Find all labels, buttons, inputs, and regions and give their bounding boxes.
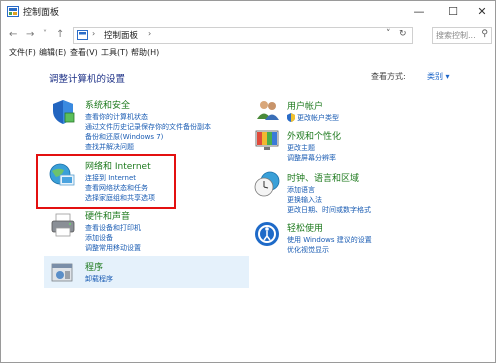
- link-backup-restore[interactable]: 备份和还原(Windows 7): [85, 132, 163, 142]
- shield-icon: [53, 100, 75, 124]
- up-button[interactable]: ↑: [56, 29, 64, 40]
- search-placeholder: 搜索控制...: [436, 31, 476, 40]
- control-panel-icon: [77, 30, 88, 40]
- view-by-dropdown[interactable]: 类别 ▾: [427, 71, 450, 82]
- address-dropdown-button[interactable]: ˅: [386, 29, 391, 39]
- chevron-right-icon[interactable]: ›: [92, 29, 95, 38]
- link-file-history[interactable]: 通过文件历史记录保存你的文件备份副本: [85, 122, 211, 132]
- menu-help[interactable]: 帮助(H): [131, 47, 159, 58]
- users-icon: [257, 101, 279, 120]
- link-windows-recommended-settings[interactable]: 使用 Windows 建议的设置: [287, 235, 372, 245]
- recent-locations-button[interactable]: ˅: [43, 29, 47, 38]
- category-ease-of-access[interactable]: 轻松使用: [287, 221, 323, 234]
- category-system-security[interactable]: 系统和安全: [85, 98, 130, 111]
- display-icon: [255, 130, 279, 150]
- link-devices-printers[interactable]: 查看设备和打印机: [85, 223, 141, 233]
- menu-file[interactable]: 文件(F): [9, 47, 36, 58]
- back-button[interactable]: ←: [9, 29, 17, 40]
- maximize-button[interactable]: ☐: [438, 1, 468, 23]
- category-hover-highlight: [44, 256, 249, 288]
- menu-tools[interactable]: 工具(T): [101, 47, 128, 58]
- clock-globe-icon: [254, 171, 280, 197]
- menu-bar: 文件(F) 编辑(E) 查看(V) 工具(T) 帮助(H): [1, 46, 495, 61]
- link-troubleshoot[interactable]: 查找并解决问题: [85, 142, 134, 152]
- link-mobility-settings[interactable]: 调整常用移动设置: [85, 243, 141, 253]
- forward-button[interactable]: →: [26, 29, 34, 40]
- address-path[interactable]: 控制面板: [104, 29, 138, 41]
- link-date-time-format[interactable]: 更改日期、时间或数字格式: [287, 205, 371, 215]
- printer-icon: [51, 213, 75, 237]
- page-title: 调整计算机的设置: [49, 74, 126, 85]
- programs-icon: [51, 263, 73, 282]
- uac-shield-icon: [287, 113, 295, 122]
- category-user-accounts[interactable]: 用户帐户: [287, 99, 323, 112]
- link-screen-resolution[interactable]: 调整屏幕分辨率: [287, 153, 336, 163]
- category-programs[interactable]: 程序: [85, 260, 103, 273]
- minimize-button[interactable]: —: [404, 1, 434, 23]
- control-panel-window: 控制面板 — ☐ ✕ ← → ˅ ↑ › 控制面板 › ˅ ↻ 搜索控制... …: [0, 0, 496, 363]
- link-optimize-visual-display[interactable]: 优化视觉显示: [287, 245, 329, 255]
- link-view-computer-status[interactable]: 查看你的计算机状态: [85, 112, 148, 122]
- search-icon[interactable]: ⚲: [481, 29, 488, 39]
- control-panel-icon: [7, 6, 19, 17]
- annotation-highlight-box: [36, 154, 176, 209]
- link-change-input-method[interactable]: 更换输入法: [287, 195, 322, 205]
- chevron-right-icon[interactable]: ›: [148, 29, 151, 38]
- link-add-device[interactable]: 添加设备: [85, 233, 113, 243]
- ease-of-access-icon: [255, 222, 279, 246]
- navigation-bar: ← → ˅ ↑ › 控制面板 › ˅ ↻ 搜索控制... ⚲: [1, 24, 495, 46]
- link-change-theme[interactable]: 更改主题: [287, 143, 315, 153]
- search-input[interactable]: 搜索控制... ⚲: [432, 27, 492, 44]
- window-title: 控制面板: [23, 8, 60, 18]
- menu-edit[interactable]: 编辑(E): [39, 47, 66, 58]
- link-add-language[interactable]: 添加语言: [287, 185, 315, 195]
- menu-view[interactable]: 查看(V): [70, 47, 98, 58]
- link-change-account-type[interactable]: 更改帐户类型: [297, 113, 339, 123]
- title-bar[interactable]: 控制面板 — ☐ ✕: [1, 1, 495, 23]
- view-by-label: 查看方式:: [371, 72, 406, 81]
- address-bar[interactable]: › 控制面板 › ˅ ↻: [73, 27, 413, 44]
- category-appearance[interactable]: 外观和个性化: [287, 129, 341, 142]
- category-clock-language-region[interactable]: 时钟、语言和区域: [287, 171, 359, 184]
- category-hardware-sound[interactable]: 硬件和声音: [85, 209, 130, 222]
- close-button[interactable]: ✕: [467, 1, 496, 23]
- link-uninstall-program[interactable]: 卸载程序: [85, 274, 113, 284]
- refresh-button[interactable]: ↻: [399, 29, 407, 39]
